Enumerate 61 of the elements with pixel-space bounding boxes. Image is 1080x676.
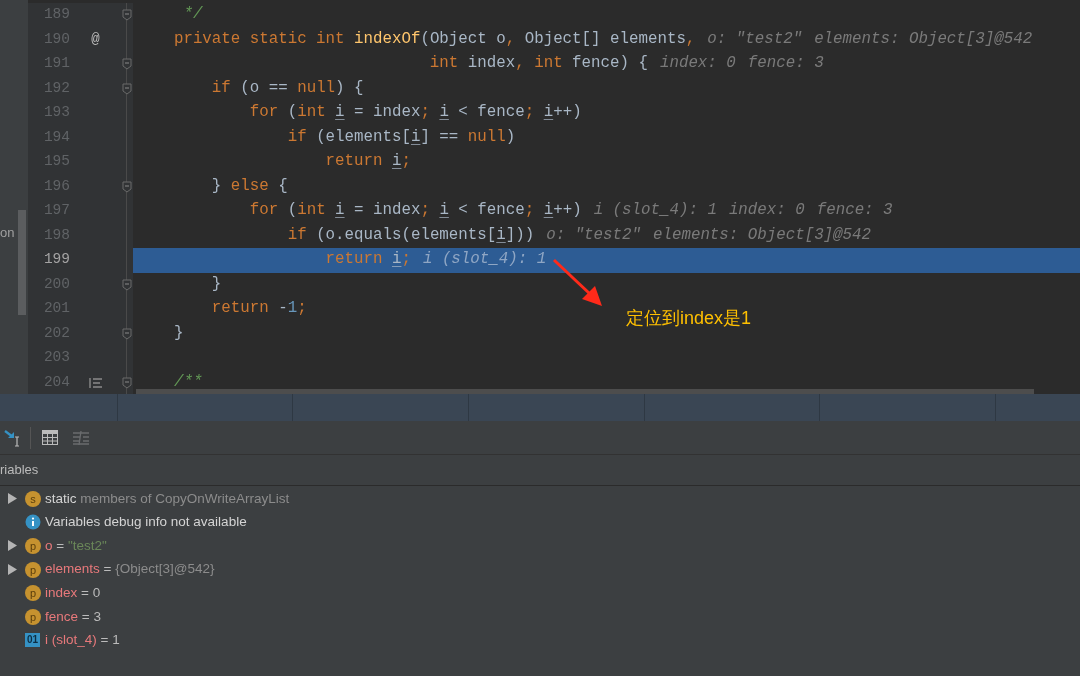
code-line: } <box>210 273 222 295</box>
code-line: for (int i = index; i < fence; i++) <box>248 200 582 222</box>
code-line: /** <box>172 371 203 393</box>
fold-marker-icon[interactable] <box>122 376 132 389</box>
inline-value-hint: i (slot_4): 1 <box>593 200 717 222</box>
override-marker[interactable]: @ <box>91 29 100 51</box>
inline-value-hint: o: "test2" <box>707 28 803 50</box>
fold-marker-icon[interactable] <box>122 180 132 193</box>
code-line: return i; <box>324 151 411 173</box>
expand-arrow-icon[interactable] <box>8 540 17 552</box>
inline-value-hint: index: 0 <box>728 200 805 222</box>
code-line: } <box>172 322 184 344</box>
variable-entry[interactable]: elements = {Object[3]@542} <box>45 559 215 580</box>
variable-entry[interactable]: index = 0 <box>45 583 101 604</box>
horizontal-scrollbar[interactable] <box>136 389 1034 394</box>
inline-value-hint: fence: 3 <box>816 200 893 222</box>
inline-value-hint: elements: Object[3]@542 <box>653 224 872 246</box>
inline-value-hint: i (slot_4): 1 <box>422 249 547 271</box>
inline-value-hint: fence: 3 <box>747 53 824 75</box>
doc-comment-icon[interactable] <box>88 376 103 389</box>
inline-value-hint: index: 0 <box>659 53 736 75</box>
code-line: if (elements[i] == null) <box>286 126 516 148</box>
local-variable-icon: 01 <box>25 633 40 648</box>
code-line: int index, int fence) { <box>428 53 648 75</box>
table-icon[interactable] <box>42 430 58 445</box>
annotation-label: 定位到index是1 <box>626 307 752 330</box>
fold-marker-icon[interactable] <box>122 9 132 22</box>
list-icon[interactable] <box>73 430 89 445</box>
code-line: if (o == null) { <box>210 77 364 99</box>
variable-entry[interactable]: Variables debug info not available <box>45 512 247 533</box>
code-line: */ <box>182 4 203 26</box>
inline-value-hint: elements: Object[3]@542 <box>814 28 1033 50</box>
code-line: if (o.equals(elements[i])) <box>286 224 535 246</box>
fold-marker-icon[interactable] <box>122 58 132 71</box>
variable-entry[interactable]: fence = 3 <box>45 606 101 627</box>
panel-title: riables <box>0 461 39 480</box>
parameter-icon: p <box>25 561 41 578</box>
static-member-icon: s <box>25 490 41 507</box>
inline-value-hint: o: "test2" <box>546 224 641 246</box>
code-line: private static int indexOf(Object o, Object[] elements, <box>172 28 696 50</box>
code-line: return i; <box>324 249 411 271</box>
variable-entry[interactable]: o = "test2" <box>45 535 107 557</box>
variable-entry[interactable]: static members of CopyOnWriteArrayList <box>45 488 290 509</box>
parameter-icon: p <box>25 585 41 602</box>
expand-arrow-icon[interactable] <box>8 493 17 505</box>
code-line: for (int i = index; i < fence; i++) <box>248 102 582 124</box>
code-line: return -1; <box>210 298 307 320</box>
fold-marker-icon[interactable] <box>122 82 132 95</box>
parameter-icon: p <box>25 538 41 554</box>
arrow-annotation <box>552 258 604 308</box>
code-line: } else { <box>210 175 288 197</box>
scrollbar-thumb[interactable] <box>18 210 26 315</box>
fold-marker-icon[interactable] <box>122 278 132 291</box>
expand-arrow-icon[interactable] <box>8 564 17 576</box>
fold-marker-icon[interactable] <box>122 327 132 340</box>
line-number: 199 <box>42 250 70 270</box>
info-icon <box>25 514 41 531</box>
cursor-arrow-icon[interactable] <box>4 428 22 447</box>
parameter-icon: p <box>25 608 41 625</box>
variable-entry[interactable]: i (slot_4) = 1 <box>45 630 120 651</box>
side-panel-label: on <box>0 224 15 242</box>
